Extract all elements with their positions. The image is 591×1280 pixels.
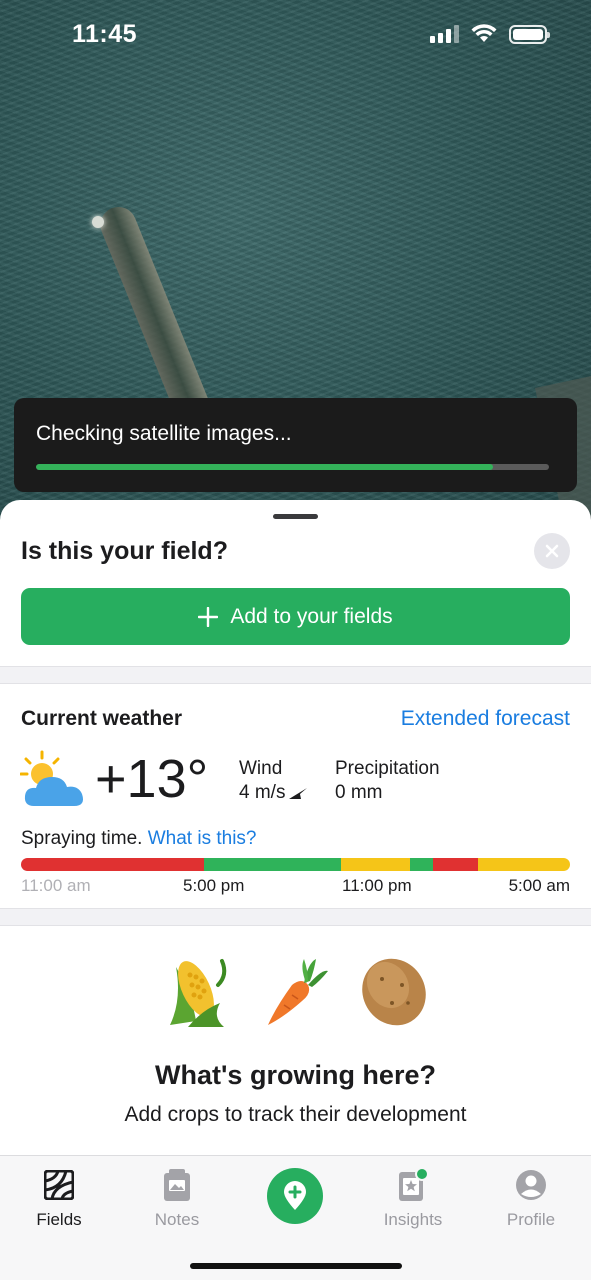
crops-subtitle: Add crops to track their development: [124, 1103, 467, 1126]
cellular-signal-icon: [430, 25, 459, 43]
status-icons: [430, 24, 550, 44]
crops-title: What's growing here?: [155, 1060, 436, 1090]
spray-segment-favorable: [203, 858, 342, 871]
tab-insights-label: Insights: [383, 1210, 443, 1229]
tab-notes-label: Notes: [154, 1210, 200, 1229]
spray-segment-unfavorable: [432, 858, 479, 871]
tab-profile-label: Profile: [506, 1210, 556, 1229]
wind-value-row: 4 m/s: [239, 782, 309, 804]
wifi-icon: [471, 24, 497, 42]
fields-icon: [44, 1170, 74, 1200]
close-icon: [545, 544, 559, 558]
satellite-check-toast: Checking satellite images...: [14, 398, 577, 492]
spraying-time-bar: [21, 858, 570, 871]
add-button-label: Add to your fields: [230, 604, 393, 628]
extended-forecast-link[interactable]: Extended forecast: [401, 707, 570, 731]
add-to-fields-button[interactable]: Add to your fields: [21, 588, 570, 645]
insights-icon: [399, 1168, 428, 1201]
tab-fields-label: Fields: [36, 1210, 82, 1229]
spray-segment-moderate: [341, 858, 410, 871]
wind-value: 4 m/s: [239, 782, 286, 803]
spray-segment-unfavorable: [21, 858, 204, 871]
crop-icons: [0, 955, 591, 1029]
plus-icon: [198, 606, 219, 627]
tab-profile[interactable]: Profile: [481, 1168, 581, 1230]
corn-icon: [169, 959, 226, 1027]
battery-icon: [509, 24, 550, 44]
add-location-icon: [284, 1181, 306, 1210]
status-time: 11:45: [72, 20, 138, 48]
home-indicator[interactable]: [190, 1263, 402, 1269]
spraying-time-row: Spraying time. What is this?: [21, 828, 257, 850]
add-field-button[interactable]: [267, 1168, 323, 1224]
tab-bar: Fields Notes Insights Profile: [0, 1155, 591, 1280]
tab-notes[interactable]: Notes: [127, 1168, 227, 1230]
notes-icon: [164, 1169, 190, 1201]
time-label-start: 11:00 am: [21, 876, 91, 895]
carrot-icon: [267, 959, 328, 1025]
toast-message: Checking satellite images...: [36, 422, 292, 445]
wind-label: Wind: [239, 758, 283, 779]
time-label-3: 11:00 pm: [342, 876, 412, 895]
sheet-grabber[interactable]: [273, 514, 318, 519]
map-land-tip: [92, 216, 104, 228]
precipitation-label: Precipitation: [335, 758, 440, 779]
tab-fields[interactable]: Fields: [9, 1168, 109, 1230]
current-temperature: +13°: [95, 749, 209, 809]
spray-segment-moderate: [478, 858, 570, 871]
potato-icon: [361, 958, 426, 1026]
partly-cloudy-icon: [20, 750, 83, 806]
toast-progress-fill: [36, 464, 493, 470]
weather-title: Current weather: [21, 707, 183, 730]
profile-icon: [516, 1170, 546, 1200]
precipitation-value: 0 mm: [335, 782, 383, 803]
section-divider: [0, 666, 591, 684]
status-bar: 11:45: [0, 0, 591, 70]
what-is-this-link[interactable]: What is this?: [148, 828, 257, 849]
section-divider: [0, 908, 591, 926]
close-button[interactable]: [534, 533, 570, 569]
time-label-4: 5:00 am: [508, 876, 570, 895]
time-label-2: 5:00 pm: [183, 876, 245, 895]
spraying-time-labels: 11:00 am 5:00 pm 11:00 pm 5:00 am: [21, 876, 570, 898]
spraying-label: Spraying time.: [21, 828, 143, 849]
spray-segment-favorable: [409, 858, 433, 871]
tab-insights[interactable]: Insights: [363, 1168, 463, 1230]
sheet-title: Is this your field?: [21, 537, 228, 565]
wind-direction-icon: [289, 788, 308, 799]
toast-progress-bar: [36, 464, 549, 470]
